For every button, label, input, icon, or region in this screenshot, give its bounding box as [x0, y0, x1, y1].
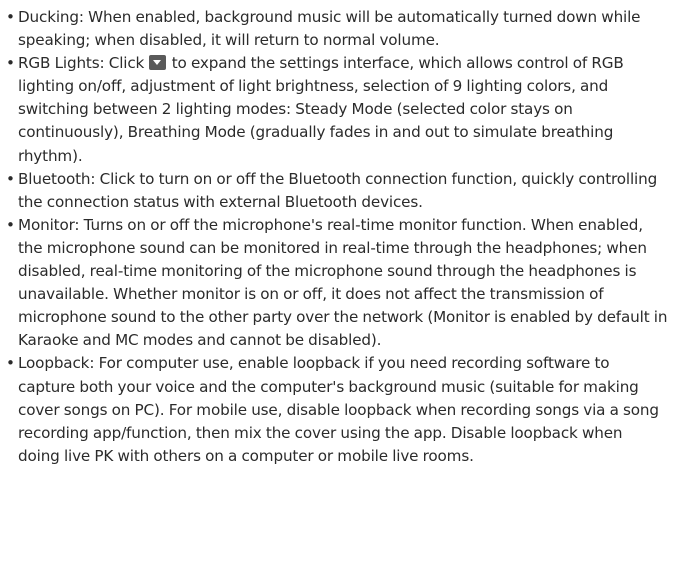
bullet: •	[6, 354, 15, 373]
item-term: Bluetooth	[18, 169, 91, 188]
item-term: Ducking	[18, 8, 79, 26]
list-item-bluetooth: • Bluetooth: Click to turn on or off the …	[6, 169, 658, 211]
item-text: For computer use, enable loopback if you…	[18, 354, 659, 465]
list-item-loopback: • Loopback: For computer use, enable loop…	[6, 354, 659, 465]
item-term: Monitor	[18, 215, 75, 234]
list-item-monitor: • Monitor: Turns on or off the microphone…	[6, 215, 668, 350]
bullet: •	[6, 54, 15, 73]
item-term: RGB Lights	[18, 54, 100, 73]
list-item-ducking: • Ducking: When enabled, background music…	[6, 8, 641, 50]
item-text: Click to turn on or off the Bluetooth co…	[18, 169, 658, 211]
item-text-before-icon: Click	[108, 54, 145, 73]
item-text: Turns on or off the microphone's real-ti…	[18, 215, 668, 350]
bullet: •	[6, 8, 15, 26]
item-term: Loopback	[18, 354, 90, 373]
item-text: When enabled, background music will be a…	[18, 8, 641, 50]
chevron-down-icon	[149, 55, 167, 71]
bullet: •	[6, 215, 15, 234]
list-item-rgb-lights: • RGB Lights: Click to expand the setting…	[6, 54, 624, 165]
bullet: •	[6, 169, 15, 188]
document: • Ducking: When enabled, background music…	[0, 0, 676, 468]
feature-list: • Ducking: When enabled, background music…	[6, 6, 668, 468]
